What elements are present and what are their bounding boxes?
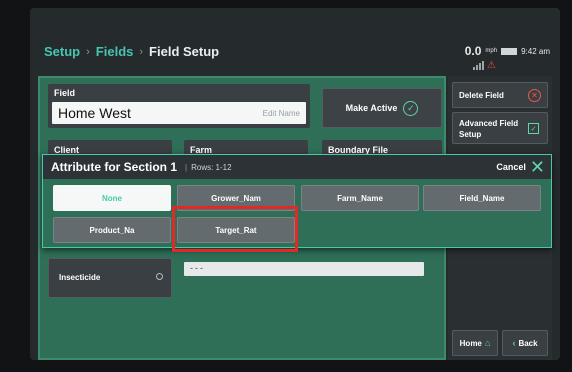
delete-field-label: Delete Field: [459, 91, 504, 100]
dialog-header: Attribute for Section 1 | Rows: 1-12 Canc…: [43, 155, 551, 179]
edit-box-icon: ✓: [528, 123, 539, 134]
delete-field-button[interactable]: Delete Field ✕: [452, 82, 548, 108]
clock-time: 9:42 am: [521, 46, 550, 56]
highlight-box: [172, 206, 298, 252]
back-button[interactable]: ‹ Back: [502, 330, 548, 356]
advanced-label-line1: Advanced Field: [459, 119, 519, 128]
breadcrumb-setup[interactable]: Setup: [44, 44, 80, 59]
advanced-field-setup-button[interactable]: Advanced Field Setup ✓: [452, 112, 548, 144]
option-product-name[interactable]: Product_Na: [53, 217, 171, 243]
speed-value: 0.0: [464, 44, 482, 58]
home-label: Home: [459, 338, 482, 348]
speed-unit: mph: [485, 48, 498, 54]
field-name-value: Home West: [58, 105, 131, 121]
radio-icon: [156, 273, 163, 280]
close-circle-icon: ✕: [528, 89, 541, 102]
breadcrumb-separator: ›: [139, 45, 144, 58]
option-label: Product_Na: [89, 225, 135, 235]
cancel-button[interactable]: Cancel ✕: [496, 158, 545, 176]
display-screen: Setup › Fields › Field Setup 0.0 mph 9:4…: [30, 8, 560, 360]
product-input[interactable]: ---: [184, 262, 424, 276]
option-label: None: [102, 193, 122, 203]
option-label: Grower_Nam: [211, 193, 261, 203]
chevron-left-icon: ‹: [512, 338, 516, 348]
status-bar: 0.0 mph 9:42 am: [465, 44, 550, 58]
breadcrumb-separator: ›: [86, 45, 90, 58]
back-label: Back: [518, 338, 538, 348]
signal-bars-icon: [473, 61, 485, 70]
option-none[interactable]: None: [53, 185, 171, 211]
field-name-box: Field Home West Edit Name: [48, 84, 310, 128]
close-icon: ✕: [529, 157, 545, 177]
option-field-name[interactable]: Field_Name: [423, 185, 541, 211]
check-icon: ✓: [403, 100, 419, 116]
cancel-label: Cancel: [496, 162, 526, 172]
option-label: Field_Name: [459, 193, 505, 203]
option-farm-name[interactable]: Farm_Name: [301, 185, 419, 211]
battery-icon: [501, 47, 518, 55]
home-button[interactable]: Home ⌂: [452, 330, 498, 356]
satellite-warning-icon: ⚠: [487, 60, 496, 71]
dialog-rows-info: | Rows: 1-12: [185, 162, 232, 172]
home-icon: ⌂: [484, 338, 491, 348]
insecticide-option[interactable]: Insecticide: [48, 258, 172, 298]
make-active-button[interactable]: Make Active ✓: [322, 88, 442, 128]
breadcrumb-fields[interactable]: Fields: [96, 44, 134, 59]
breadcrumb: Setup › Fields › Field Setup: [44, 44, 219, 59]
field-name-input[interactable]: Home West Edit Name: [52, 102, 306, 124]
field-label: Field: [54, 88, 76, 98]
advanced-label-line2: Setup: [459, 130, 482, 139]
make-active-label: Make Active: [345, 103, 398, 113]
option-label: Farm_Name: [337, 193, 383, 203]
rows-text: Rows: 1-12: [191, 162, 232, 172]
edit-name-hint: Edit Name: [262, 109, 300, 118]
dialog-title: Attribute for Section 1: [51, 160, 178, 174]
page-title: Field Setup: [149, 44, 220, 59]
insecticide-label: Insecticide: [59, 273, 101, 282]
gps-status: ⚠: [473, 60, 496, 71]
